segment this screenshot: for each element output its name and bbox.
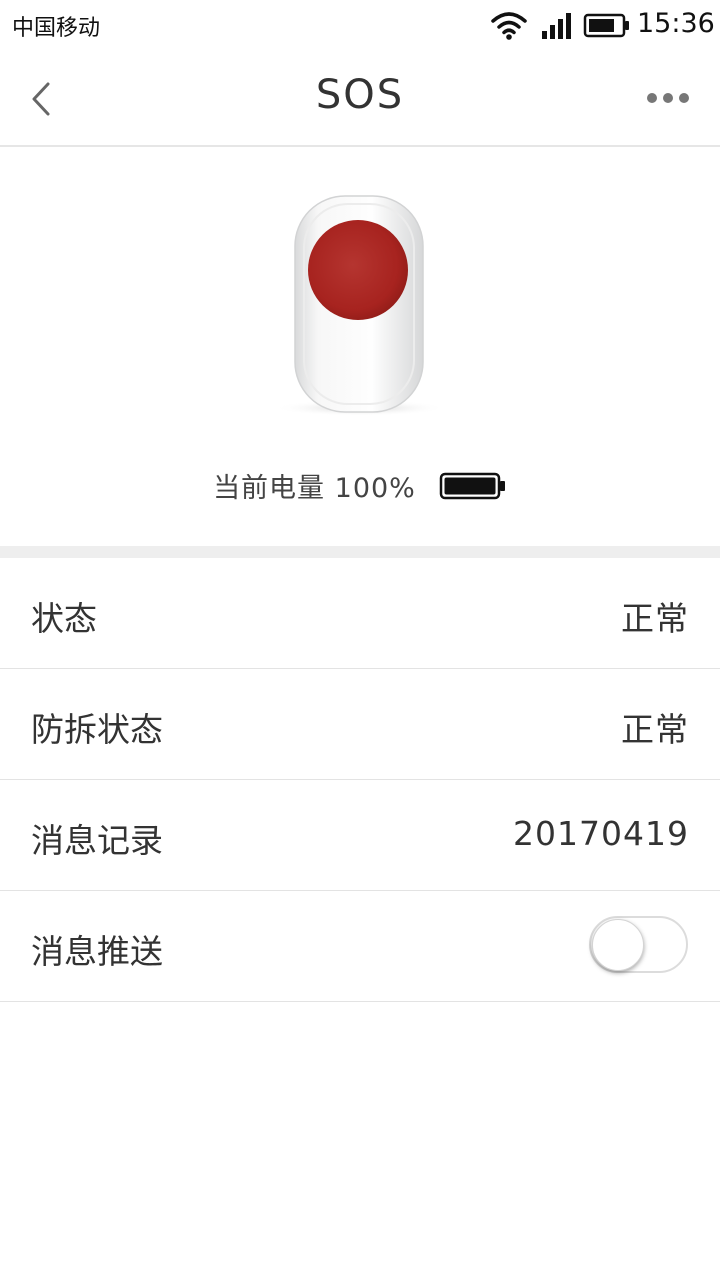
battery-level-label: 当前电量 100% (213, 473, 416, 504)
toggle-knob (592, 919, 644, 971)
tamper-status-row[interactable]: 防拆状态 正常 (0, 669, 720, 780)
device-info-list: 状态 正常 防拆状态 正常 消息记录 20170419 消息推送 (0, 558, 720, 1002)
nav-bar: SOS (0, 52, 720, 147)
message-log-label: 消息记录 (31, 821, 163, 860)
status-label: 状态 (31, 599, 97, 638)
carrier-name: 中国移动 (12, 16, 101, 41)
battery-status: 当前电量 100% (0, 466, 720, 506)
push-notification-label: 消息推送 (31, 932, 163, 971)
page-title: SOS (315, 72, 405, 118)
sos-device-image (274, 195, 446, 416)
message-log-row[interactable]: 消息记录 20170419 (0, 780, 720, 891)
push-notification-row: 消息推送 (0, 891, 720, 1002)
status-value: 正常 (621, 599, 689, 638)
section-divider (0, 546, 720, 558)
status-row[interactable]: 状态 正常 (0, 558, 720, 669)
battery-full-icon (439, 472, 505, 499)
status-time: 15:36 (637, 8, 715, 39)
status-bar: 中国移动 15:36 (0, 0, 720, 52)
push-notification-toggle[interactable] (589, 916, 688, 973)
tamper-status-label: 防拆状态 (31, 710, 163, 749)
cell-signal-icon (542, 13, 571, 39)
battery-icon (583, 13, 629, 38)
wifi-icon (491, 12, 527, 40)
device-hero: 当前电量 100% (0, 148, 720, 546)
message-log-value: 20170419 (513, 814, 689, 853)
tamper-status-value: 正常 (621, 710, 689, 749)
more-horizontal-icon[interactable] (640, 86, 696, 110)
